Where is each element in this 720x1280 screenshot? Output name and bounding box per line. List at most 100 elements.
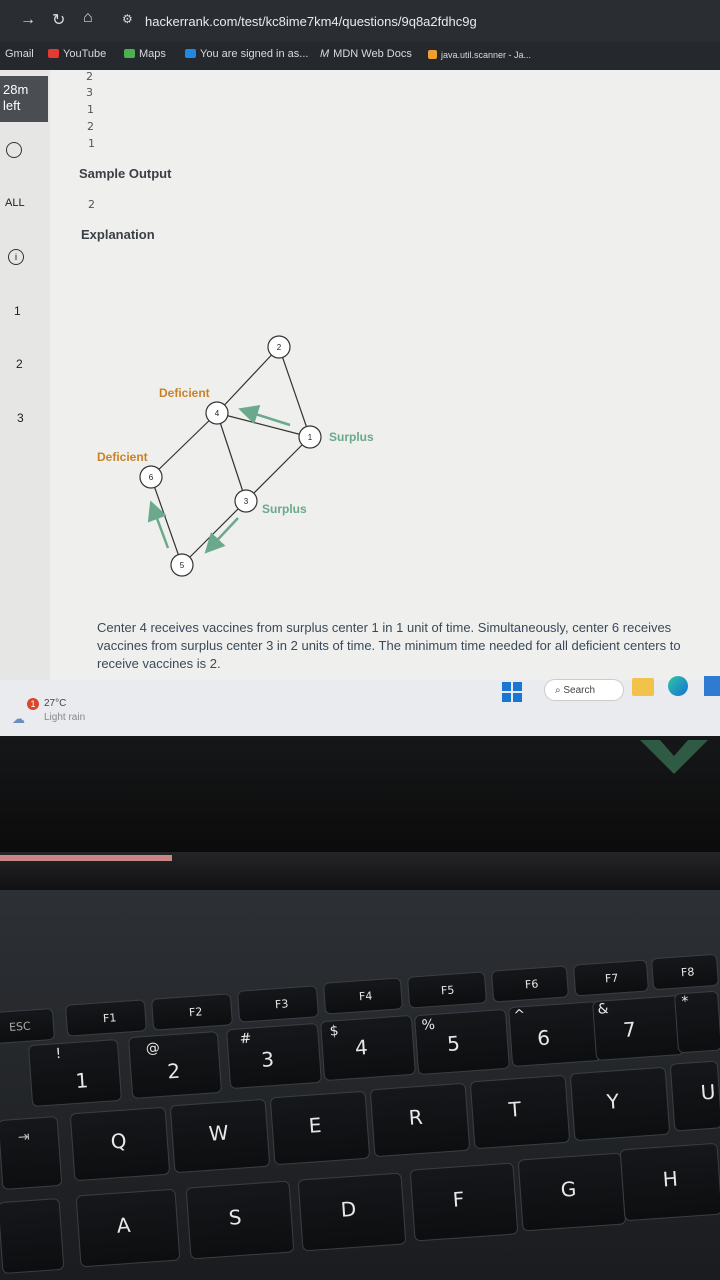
key-u[interactable]: U bbox=[669, 1060, 720, 1132]
store-icon[interactable] bbox=[704, 676, 720, 696]
flow-arrows bbox=[147, 405, 291, 554]
key-label: Y bbox=[605, 1089, 620, 1114]
file-explorer-icon[interactable] bbox=[632, 678, 654, 696]
key-8[interactable]: * bbox=[673, 990, 720, 1054]
key-e[interactable]: E bbox=[269, 1090, 371, 1166]
graph-edges bbox=[150, 346, 311, 566]
key-s[interactable]: S bbox=[185, 1180, 295, 1260]
deficient-label-4: Deficient bbox=[159, 386, 210, 400]
key-label: 4 bbox=[354, 1035, 369, 1060]
key-f8[interactable]: F8 bbox=[650, 953, 720, 991]
node-label: 2 bbox=[277, 343, 282, 352]
key-symbol: $ bbox=[329, 1023, 340, 1040]
key-5[interactable]: % 5 bbox=[414, 1008, 510, 1076]
key-symbol: @ bbox=[145, 1040, 161, 1057]
key-symbol: & bbox=[597, 1001, 610, 1018]
vaccine-graph-diagram: 2 4 1 6 3 5 Deficient Deficient Surplus … bbox=[97, 335, 374, 577]
edge-4-6 bbox=[150, 412, 218, 478]
surplus-label-3: Surplus bbox=[262, 502, 307, 516]
key-label: F4 bbox=[358, 989, 373, 1004]
key-y[interactable]: Y bbox=[569, 1066, 671, 1142]
key-f7[interactable]: F7 bbox=[572, 959, 650, 997]
explanation-caption: Center 4 receives vaccines from surplus … bbox=[97, 620, 681, 671]
taskbar-search[interactable]: ⌕ Search bbox=[544, 679, 624, 701]
edge-browser-icon[interactable] bbox=[668, 676, 688, 696]
edge-4-3 bbox=[216, 412, 247, 502]
cloud-rain-icon: ☁ bbox=[12, 711, 25, 726]
node-label: 6 bbox=[149, 473, 154, 482]
key-label: F2 bbox=[188, 1005, 203, 1020]
key-tab[interactable]: ⇥ bbox=[0, 1115, 63, 1191]
edge-2-4 bbox=[216, 346, 280, 414]
key-label: D bbox=[339, 1196, 358, 1222]
key-label: F5 bbox=[440, 983, 455, 998]
tab-icon: ⇥ bbox=[17, 1129, 31, 1146]
windows-start-icon[interactable] bbox=[502, 682, 522, 702]
edge-3-5 bbox=[181, 500, 247, 566]
laptop-logo bbox=[640, 740, 708, 774]
key-label: F3 bbox=[274, 997, 289, 1012]
key-label: ESC bbox=[8, 1019, 32, 1035]
key-symbol: ^ bbox=[513, 1007, 526, 1024]
surplus-label-1: Surplus bbox=[329, 430, 374, 444]
arrow-5-to-6 bbox=[147, 500, 170, 549]
key-1[interactable]: ! 1 bbox=[27, 1038, 123, 1108]
key-label: 2 bbox=[166, 1058, 181, 1084]
key-esc[interactable]: ESC bbox=[0, 1007, 56, 1045]
key-7[interactable]: & 7 bbox=[592, 995, 684, 1061]
key-f3[interactable]: F3 bbox=[236, 985, 320, 1023]
key-symbol: # bbox=[239, 1030, 253, 1048]
node-label: 4 bbox=[215, 409, 220, 418]
key-symbol: % bbox=[421, 1016, 436, 1034]
key-label: Q bbox=[109, 1128, 128, 1154]
key-f5[interactable]: F5 bbox=[406, 971, 488, 1009]
key-label: 6 bbox=[536, 1025, 551, 1051]
key-f1[interactable]: F1 bbox=[64, 999, 148, 1037]
node-label: 5 bbox=[180, 561, 185, 570]
temperature[interactable]: 27°C bbox=[44, 698, 66, 709]
key-q[interactable]: Q bbox=[69, 1106, 171, 1182]
key-3[interactable]: #3 bbox=[226, 1022, 322, 1090]
key-label: S bbox=[227, 1204, 243, 1230]
deficient-label-6: Deficient bbox=[97, 450, 148, 464]
key-f2[interactable]: F2 bbox=[150, 993, 234, 1031]
key-f4[interactable]: F4 bbox=[322, 977, 404, 1015]
key-label: 5 bbox=[446, 1031, 461, 1057]
key-r[interactable]: R bbox=[369, 1082, 471, 1158]
key-w[interactable]: W bbox=[169, 1098, 271, 1174]
key-label: 3 bbox=[260, 1047, 275, 1072]
key-label: G bbox=[559, 1176, 578, 1202]
key-symbol: ! bbox=[55, 1045, 62, 1063]
key-label: F bbox=[451, 1187, 466, 1212]
node-label: 3 bbox=[244, 497, 249, 506]
key-label: A bbox=[115, 1212, 132, 1238]
key-t[interactable]: T bbox=[469, 1074, 571, 1150]
key-label: F6 bbox=[524, 977, 539, 992]
key-g[interactable]: G bbox=[517, 1152, 627, 1232]
weather-condition[interactable]: Light rain bbox=[44, 712, 85, 723]
search-label: Search bbox=[563, 685, 596, 696]
hinge-accent bbox=[0, 855, 172, 861]
key-f[interactable]: F bbox=[409, 1162, 519, 1242]
key-label: T bbox=[507, 1096, 522, 1122]
key-f6[interactable]: F6 bbox=[490, 965, 570, 1003]
key-4[interactable]: $4 bbox=[320, 1014, 416, 1082]
key-2[interactable]: @2 bbox=[127, 1030, 223, 1100]
graph-nodes bbox=[139, 335, 322, 577]
key-label: F1 bbox=[102, 1011, 117, 1026]
node-label: 1 bbox=[308, 433, 313, 442]
laptop-bezel bbox=[0, 736, 720, 856]
key-caps[interactable] bbox=[0, 1197, 65, 1275]
edge-1-3 bbox=[245, 436, 311, 502]
key-a[interactable]: A bbox=[75, 1188, 181, 1268]
key-h[interactable]: H bbox=[619, 1142, 720, 1222]
weather-badge: 1 bbox=[27, 698, 39, 710]
arrow-1-to-4 bbox=[238, 405, 291, 427]
key-label: 7 bbox=[622, 1017, 637, 1043]
key-label: E bbox=[307, 1112, 323, 1138]
key-6[interactable]: ^ 6 bbox=[508, 1000, 602, 1068]
key-label: 1 bbox=[74, 1068, 90, 1093]
key-symbol: * bbox=[681, 993, 690, 1011]
key-label: H bbox=[661, 1166, 679, 1192]
key-d[interactable]: D bbox=[297, 1172, 407, 1252]
